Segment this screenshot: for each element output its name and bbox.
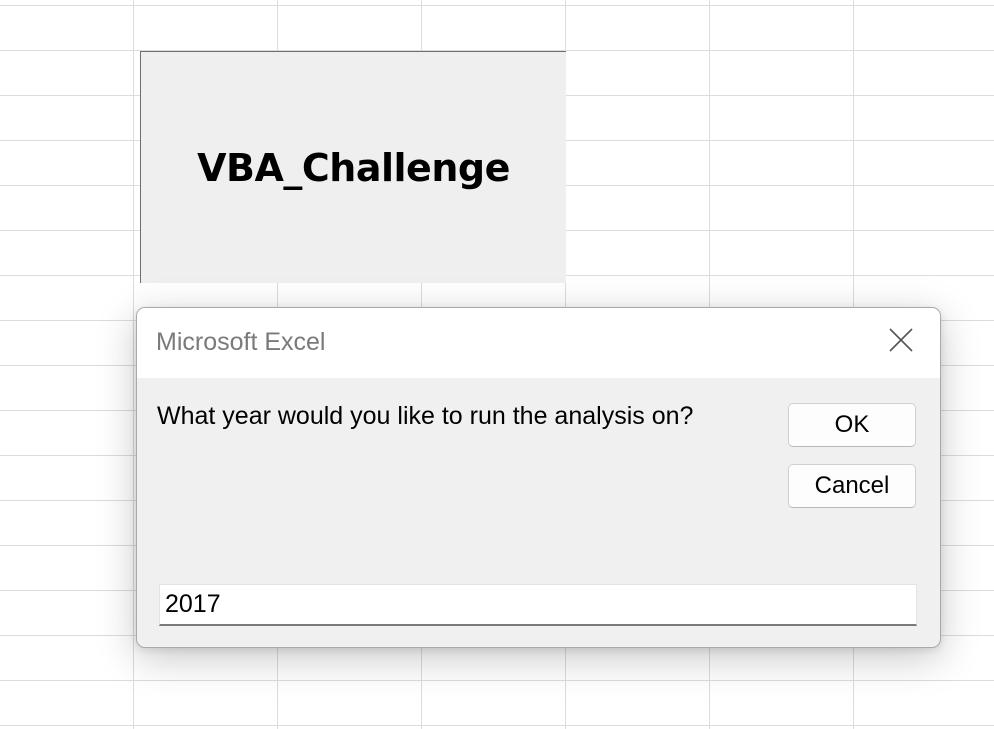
ok-button[interactable]: OK bbox=[788, 403, 916, 447]
dialog-titlebar: Microsoft Excel bbox=[137, 308, 940, 378]
close-icon bbox=[889, 328, 913, 352]
year-input[interactable] bbox=[159, 584, 917, 626]
close-button[interactable] bbox=[862, 308, 940, 372]
input-dialog: Microsoft Excel What year would you like… bbox=[136, 307, 941, 648]
vba-challenge-button[interactable]: VBA_Challenge bbox=[140, 51, 566, 283]
dialog-prompt: What year would you like to run the anal… bbox=[157, 402, 694, 430]
vba-challenge-button-label: VBA_Challenge bbox=[197, 145, 510, 190]
cancel-button[interactable]: Cancel bbox=[788, 464, 916, 508]
dialog-title: Microsoft Excel bbox=[156, 328, 326, 356]
